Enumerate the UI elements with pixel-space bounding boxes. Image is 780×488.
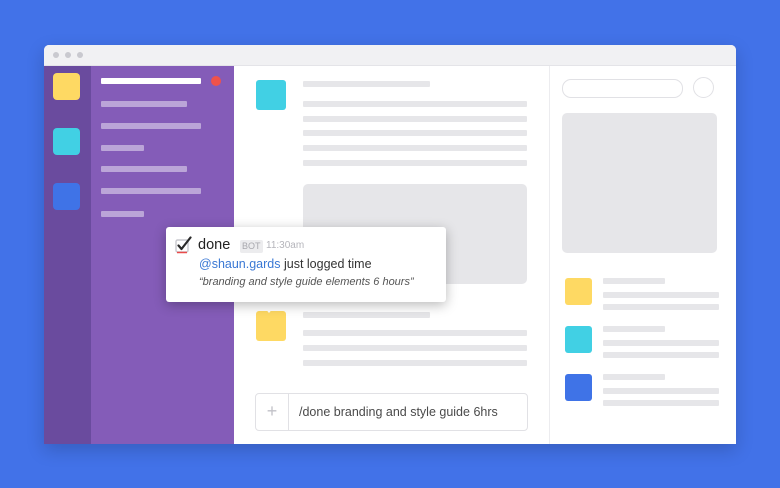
checkmark-icon	[175, 236, 192, 254]
user-mention-link[interactable]: @shaun.gards	[199, 257, 281, 271]
profile-circle-button[interactable]	[693, 77, 714, 98]
team-switcher	[44, 66, 91, 444]
message-avatar[interactable]	[256, 311, 286, 341]
member-detail-placeholder	[603, 400, 719, 406]
notification-dot	[211, 76, 221, 86]
details-image-placeholder	[562, 113, 717, 253]
team-tile-blue[interactable]	[53, 183, 80, 210]
message-author-placeholder	[303, 81, 430, 87]
sidebar-item-active[interactable]	[101, 78, 201, 84]
message-text-placeholder	[303, 116, 527, 122]
message-text-placeholder	[303, 345, 527, 351]
member-detail-placeholder	[603, 340, 719, 346]
sidebar-item[interactable]	[101, 188, 201, 194]
message-text-placeholder	[303, 145, 527, 151]
team-tile-yellow[interactable]	[53, 73, 80, 100]
member-name-placeholder	[603, 326, 665, 332]
message-text-placeholder	[303, 360, 527, 366]
member-name-placeholder	[603, 278, 665, 284]
popup-message: @shaun.gards just logged time	[199, 257, 372, 271]
sidebar-item[interactable]	[101, 123, 201, 129]
message-timestamp: 11:30am	[266, 240, 305, 251]
sidebar-item[interactable]	[101, 211, 144, 217]
message-text-placeholder	[303, 101, 527, 107]
title-bar	[44, 45, 736, 66]
sidebar-item[interactable]	[101, 145, 144, 151]
message-composer[interactable]: + /done branding and style guide 6hrs	[255, 393, 528, 431]
attach-plus-button[interactable]: +	[256, 394, 289, 430]
message-author-placeholder	[303, 312, 430, 318]
message-text-placeholder	[303, 160, 527, 166]
member-avatar-blue[interactable]	[565, 374, 592, 401]
details-pane	[549, 66, 736, 444]
sidebar-item[interactable]	[101, 166, 187, 172]
member-detail-placeholder	[603, 304, 719, 310]
member-avatar-cyan[interactable]	[565, 326, 592, 353]
composer-input-value[interactable]: /done branding and style guide 6hrs	[299, 394, 498, 430]
bot-notification-popup[interactable]: done BOT 11:30am @shaun.gards just logge…	[166, 227, 446, 302]
window-close-dot[interactable]	[53, 52, 59, 58]
message-avatar[interactable]	[256, 80, 286, 110]
popup-quote: “branding and style guide elements 6 hou…	[199, 276, 414, 288]
popup-message-text: just logged time	[280, 257, 372, 271]
bot-badge: BOT	[240, 240, 263, 253]
team-tile-cyan[interactable]	[53, 128, 80, 155]
search-input[interactable]	[562, 79, 683, 98]
member-detail-placeholder	[603, 388, 719, 394]
bot-name[interactable]: done	[198, 237, 230, 253]
member-detail-placeholder	[603, 352, 719, 358]
message-text-placeholder	[303, 330, 527, 336]
message-text-placeholder	[303, 130, 527, 136]
window-minimize-dot[interactable]	[65, 52, 71, 58]
member-avatar-yellow[interactable]	[565, 278, 592, 305]
sidebar-item[interactable]	[101, 101, 187, 107]
window-maximize-dot[interactable]	[77, 52, 83, 58]
member-name-placeholder	[603, 374, 665, 380]
member-detail-placeholder	[603, 292, 719, 298]
